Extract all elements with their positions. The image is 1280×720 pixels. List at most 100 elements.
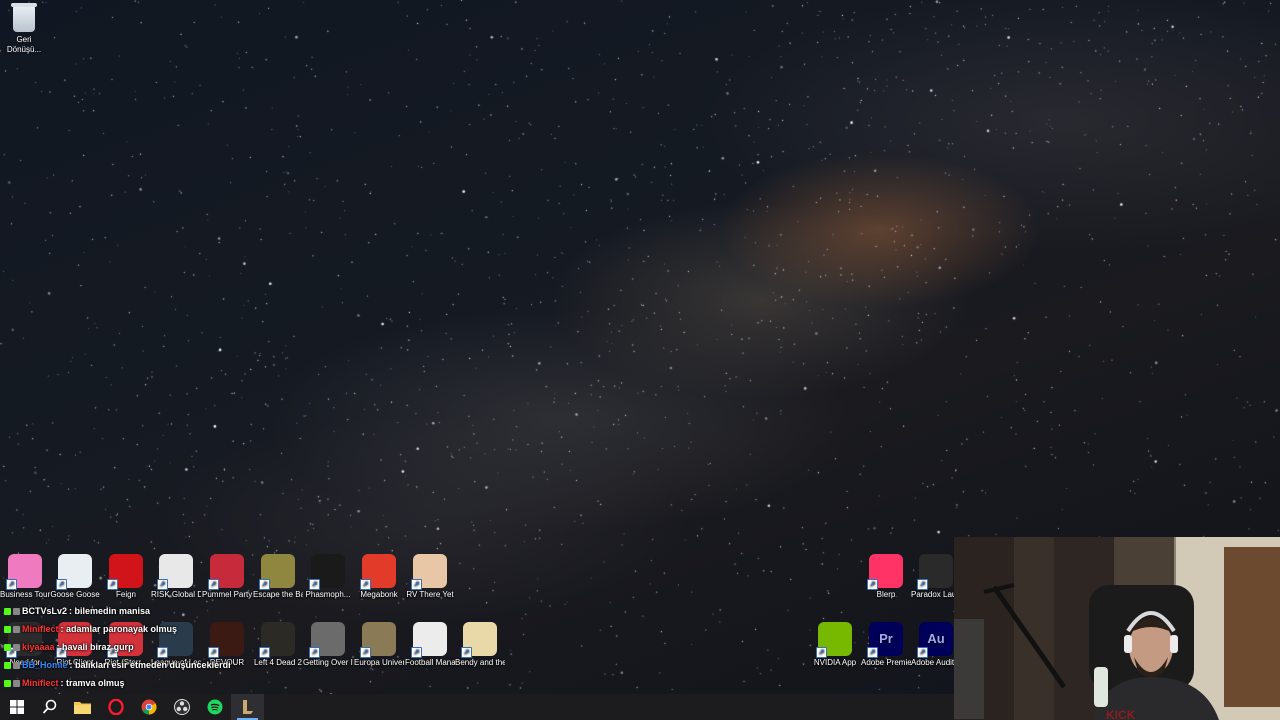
desktop-shortcut[interactable]: Pr↗Adobe Premiere P...	[861, 622, 911, 668]
shortcut-arrow-icon: ↗	[411, 647, 422, 658]
desktop-shortcut-label: Adobe Premiere P...	[861, 658, 911, 667]
desktop-shortcut-label: Europa Universalis IV	[354, 658, 404, 667]
obs-icon	[173, 699, 190, 715]
kick-badge-icon	[4, 662, 11, 670]
chat-text: : tramva olmuş	[60, 678, 125, 688]
desktop-shortcut[interactable]: ↗Bendy and the Ink ...	[455, 622, 505, 668]
desktop-shortcut[interactable]: ↗ Business Tour	[0, 554, 50, 600]
league-icon	[242, 700, 253, 714]
chat-text: : havali biraz gurp	[56, 642, 134, 652]
chat-username: BB_Homie	[22, 660, 68, 670]
desktop-shortcut[interactable]: ↗ Goose Goose	[50, 554, 100, 600]
desktop-shortcut[interactable]: ↗ Phasmoph...	[303, 554, 353, 600]
desktop-shortcut[interactable]: ↗RISK Global Domination	[151, 554, 201, 600]
phasmophobia-icon: ↗	[309, 554, 345, 590]
shortcut-arrow-icon: ↗	[917, 579, 928, 590]
desktop-shortcut[interactable]: ↗ Left 4 Dead 2	[253, 622, 303, 668]
chat-username: BCTVsLv2	[22, 606, 68, 616]
spotify-icon	[207, 699, 222, 715]
chat-message: Miniflect: adamlar paronayak olmuş	[4, 620, 177, 638]
desktop-shortcut[interactable]: ↗Escape the Backrooms	[253, 554, 303, 600]
shortcut-arrow-icon: ↗	[309, 647, 320, 658]
shortcut-arrow-icon: ↗	[867, 579, 878, 590]
league-client-button[interactable]	[231, 694, 264, 720]
europa-universalis-icon: ↗	[360, 622, 396, 658]
desktop-shortcut-label: Megabonk	[360, 590, 398, 599]
bendy-icon: ↗	[461, 622, 497, 658]
sub-badge-icon	[13, 680, 20, 688]
file-explorer-button[interactable]	[66, 694, 99, 720]
desktop-shortcut[interactable]: ↗Football Manager 26	[405, 622, 455, 668]
goose-goose-duck-icon: ↗	[56, 554, 92, 590]
feign-icon: ↗	[107, 554, 143, 590]
chat-message: BB_Homie: balıkları esir etmeden düşünce…	[4, 656, 231, 674]
risk-icon: ↗	[157, 554, 193, 590]
nvidia-icon: ↗	[816, 622, 852, 658]
adobe-premiere-icon: Pr ↗	[867, 622, 903, 658]
kick-badge-icon	[4, 626, 11, 634]
desktop-shortcut[interactable]: ↗Europa Universalis IV	[354, 622, 404, 668]
search-button[interactable]	[33, 694, 66, 720]
recycle-bin-icon	[11, 3, 37, 32]
sub-badge-icon	[13, 644, 20, 652]
shortcut-arrow-icon: ↗	[157, 579, 168, 590]
desktop-shortcut[interactable]: ↗ Pummel Party	[202, 554, 252, 600]
shortcut-arrow-icon: ↗	[411, 579, 422, 590]
desktop-shortcut-label: Left 4 Dead 2	[253, 658, 303, 667]
shortcut-arrow-icon: ↗	[6, 579, 17, 590]
desktop-shortcut[interactable]: ↗ Blerp	[861, 554, 911, 600]
rv-there-yet-icon: ↗	[411, 554, 447, 590]
sub-badge-icon	[13, 626, 20, 634]
chrome-icon	[141, 699, 157, 715]
shortcut-arrow-icon: ↗	[208, 579, 219, 590]
opera-icon	[107, 699, 124, 715]
recycle-bin-label: Geri Dönüşü...	[6, 35, 42, 54]
chat-text: : bilemedin manisa	[69, 606, 151, 616]
obs-button[interactable]	[165, 694, 198, 720]
taskbar	[0, 694, 954, 720]
start-button[interactable]	[0, 694, 33, 720]
recycle-bin-shortcut[interactable]: Geri Dönüşü...	[4, 3, 44, 55]
kick-badge-icon	[4, 644, 11, 652]
spotify-button[interactable]	[198, 694, 231, 720]
desktop-shortcut-label: NVIDIA App	[813, 658, 857, 667]
shortcut-arrow-icon: ↗	[56, 579, 67, 590]
chrome-button[interactable]	[132, 694, 165, 720]
desktop-shortcut-label: Blerp	[876, 590, 896, 599]
desktop-shortcut[interactable]: ↗Getting Over It with Ben...	[303, 622, 353, 668]
icon-glyph: Au	[927, 631, 945, 646]
shortcut-arrow-icon: ↗	[867, 647, 878, 658]
devour-icon: ↗	[208, 622, 244, 658]
business-tour-icon: ↗	[6, 554, 42, 590]
desktop-shortcut-label: Pummel Party	[202, 590, 252, 599]
shortcut-arrow-icon: ↗	[107, 579, 118, 590]
chat-text: : adamlar paronayak olmuş	[60, 624, 178, 634]
shortcut-arrow-icon: ↗	[461, 647, 472, 658]
desktop-shortcut[interactable]: ↗ Megabonk	[354, 554, 404, 600]
getting-over-it-icon: ↗	[309, 622, 345, 658]
webcam-text: KICK	[1106, 708, 1136, 720]
chat-username: kiyaaaa	[22, 642, 55, 652]
chat-message: BCTVsLv2: bilemedin manisa	[4, 602, 150, 620]
chat-message: kiyaaaa: havali biraz gurp	[4, 638, 134, 656]
desktop-shortcut[interactable]: ↗ RV There Yet	[405, 554, 455, 600]
opera-button[interactable]	[99, 694, 132, 720]
shortcut-arrow-icon: ↗	[360, 647, 371, 658]
windows-icon	[9, 700, 24, 714]
desktop-shortcut-label: RV There Yet	[406, 590, 454, 599]
desktop-shortcut-label: RISK Global Domination	[151, 590, 201, 599]
kick-badge-icon	[4, 608, 11, 616]
shortcut-arrow-icon: ↗	[917, 647, 928, 658]
folder-icon	[74, 702, 91, 714]
megabonk-icon: ↗	[360, 554, 396, 590]
football-manager-icon: ↗	[411, 622, 447, 658]
desktop-shortcut-label: Getting Over It with Ben...	[303, 658, 353, 667]
shortcut-arrow-icon: ↗	[360, 579, 371, 590]
kick-badge-icon	[4, 680, 11, 688]
paradox-launcher-icon: ↗	[917, 554, 953, 590]
desktop-shortcut-label: Feign	[115, 590, 136, 599]
desktop-shortcut[interactable]: ↗ Feign	[101, 554, 151, 600]
left-4-dead-2-icon: ↗	[259, 622, 295, 658]
desktop-shortcut[interactable]: ↗ NVIDIA App	[810, 622, 860, 668]
chat-text: : balıkları esir etmeden düşünceklerdi	[69, 660, 231, 670]
